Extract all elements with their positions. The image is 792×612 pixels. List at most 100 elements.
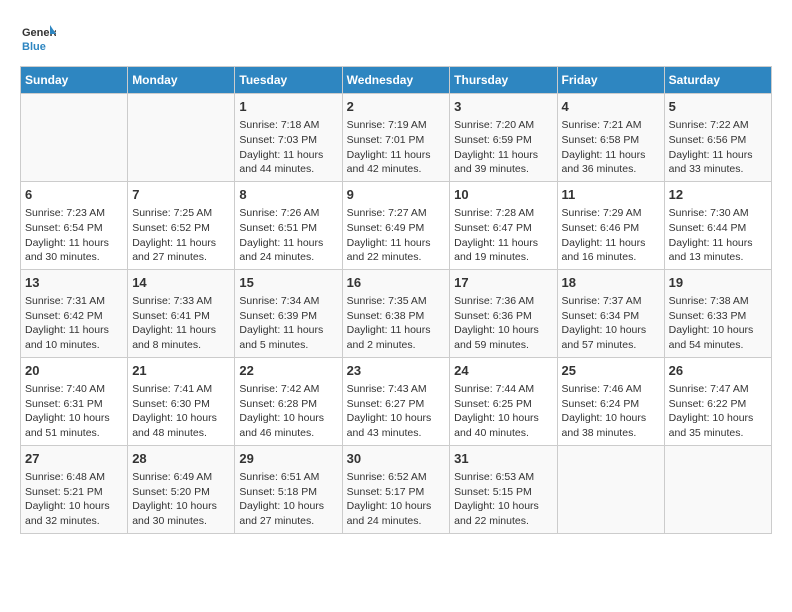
calendar-week-5: 27 Sunrise: 6:48 AM Sunset: 5:21 PM Dayli…: [21, 445, 772, 533]
day-info: Sunrise: 6:51 AM Sunset: 5:18 PM Dayligh…: [239, 470, 337, 529]
day-info: Sunrise: 7:31 AM Sunset: 6:42 PM Dayligh…: [25, 294, 123, 353]
day-info: Sunrise: 7:28 AM Sunset: 6:47 PM Dayligh…: [454, 206, 552, 265]
calendar-cell: 3 Sunrise: 7:20 AM Sunset: 6:59 PM Daylig…: [450, 94, 557, 182]
day-info: Sunrise: 7:38 AM Sunset: 6:33 PM Dayligh…: [669, 294, 767, 353]
logo: General Blue: [20, 20, 56, 56]
day-number: 2: [347, 98, 446, 116]
calendar-cell: 10 Sunrise: 7:28 AM Sunset: 6:47 PM Dayli…: [450, 181, 557, 269]
day-info: Sunrise: 7:22 AM Sunset: 6:56 PM Dayligh…: [669, 118, 767, 177]
day-number: 22: [239, 362, 337, 380]
day-info: Sunrise: 7:20 AM Sunset: 6:59 PM Dayligh…: [454, 118, 552, 177]
day-info: Sunrise: 7:34 AM Sunset: 6:39 PM Dayligh…: [239, 294, 337, 353]
day-number: 13: [25, 274, 123, 292]
calendar-cell: 25 Sunrise: 7:46 AM Sunset: 6:24 PM Dayli…: [557, 357, 664, 445]
day-info: Sunrise: 7:43 AM Sunset: 6:27 PM Dayligh…: [347, 382, 446, 441]
calendar-cell: 20Sunrise: 7:40 AM Sunset: 6:31 PM Dayli…: [21, 357, 128, 445]
calendar-cell: 22 Sunrise: 7:42 AM Sunset: 6:28 PM Dayli…: [235, 357, 342, 445]
header-cell-wednesday: Wednesday: [342, 67, 450, 94]
day-info: Sunrise: 7:21 AM Sunset: 6:58 PM Dayligh…: [562, 118, 660, 177]
day-number: 24: [454, 362, 552, 380]
day-number: 10: [454, 186, 552, 204]
calendar-week-1: 1Sunrise: 7:18 AM Sunset: 7:03 PM Daylig…: [21, 94, 772, 182]
day-info: Sunrise: 6:53 AM Sunset: 5:15 PM Dayligh…: [454, 470, 552, 529]
day-number: 27: [25, 450, 123, 468]
calendar-cell: 14 Sunrise: 7:33 AM Sunset: 6:41 PM Dayli…: [128, 269, 235, 357]
calendar-cell: [664, 445, 771, 533]
day-number: 23: [347, 362, 446, 380]
day-number: 1: [239, 98, 337, 116]
day-number: 14: [132, 274, 230, 292]
calendar-cell: 6 Sunrise: 7:23 AM Sunset: 6:54 PM Daylig…: [21, 181, 128, 269]
day-info: Sunrise: 7:23 AM Sunset: 6:54 PM Dayligh…: [25, 206, 123, 265]
day-number: 30: [347, 450, 446, 468]
calendar-cell: [557, 445, 664, 533]
day-info: Sunrise: 7:33 AM Sunset: 6:41 PM Dayligh…: [132, 294, 230, 353]
day-number: 3: [454, 98, 552, 116]
header-cell-friday: Friday: [557, 67, 664, 94]
calendar-cell: 2 Sunrise: 7:19 AM Sunset: 7:01 PM Daylig…: [342, 94, 450, 182]
calendar-cell: 27 Sunrise: 6:48 AM Sunset: 5:21 PM Dayli…: [21, 445, 128, 533]
calendar-cell: 26Sunrise: 7:47 AM Sunset: 6:22 PM Dayli…: [664, 357, 771, 445]
calendar-cell: 11Sunrise: 7:29 AM Sunset: 6:46 PM Dayli…: [557, 181, 664, 269]
day-number: 6: [25, 186, 123, 204]
svg-text:Blue: Blue: [22, 41, 46, 53]
calendar-cell: 9 Sunrise: 7:27 AM Sunset: 6:49 PM Daylig…: [342, 181, 450, 269]
calendar-cell: 21Sunrise: 7:41 AM Sunset: 6:30 PM Dayli…: [128, 357, 235, 445]
day-number: 26: [669, 362, 767, 380]
calendar-cell: 4Sunrise: 7:21 AM Sunset: 6:58 PM Daylig…: [557, 94, 664, 182]
day-number: 9: [347, 186, 446, 204]
page-header: General Blue: [20, 20, 772, 56]
calendar-cell: 1Sunrise: 7:18 AM Sunset: 7:03 PM Daylig…: [235, 94, 342, 182]
day-number: 19: [669, 274, 767, 292]
day-info: Sunrise: 7:25 AM Sunset: 6:52 PM Dayligh…: [132, 206, 230, 265]
header-row: SundayMondayTuesdayWednesdayThursdayFrid…: [21, 67, 772, 94]
calendar-week-4: 20Sunrise: 7:40 AM Sunset: 6:31 PM Dayli…: [21, 357, 772, 445]
header-cell-tuesday: Tuesday: [235, 67, 342, 94]
day-info: Sunrise: 7:36 AM Sunset: 6:36 PM Dayligh…: [454, 294, 552, 353]
day-info: Sunrise: 6:48 AM Sunset: 5:21 PM Dayligh…: [25, 470, 123, 529]
day-number: 17: [454, 274, 552, 292]
calendar-cell: [21, 94, 128, 182]
calendar-cell: 23 Sunrise: 7:43 AM Sunset: 6:27 PM Dayli…: [342, 357, 450, 445]
calendar-cell: 8Sunrise: 7:26 AM Sunset: 6:51 PM Daylig…: [235, 181, 342, 269]
day-info: Sunrise: 7:42 AM Sunset: 6:28 PM Dayligh…: [239, 382, 337, 441]
day-info: Sunrise: 7:19 AM Sunset: 7:01 PM Dayligh…: [347, 118, 446, 177]
day-info: Sunrise: 7:44 AM Sunset: 6:25 PM Dayligh…: [454, 382, 552, 441]
day-number: 16: [347, 274, 446, 292]
day-info: Sunrise: 7:30 AM Sunset: 6:44 PM Dayligh…: [669, 206, 767, 265]
day-number: 25: [562, 362, 660, 380]
calendar-cell: 12 Sunrise: 7:30 AM Sunset: 6:44 PM Dayli…: [664, 181, 771, 269]
day-info: Sunrise: 7:35 AM Sunset: 6:38 PM Dayligh…: [347, 294, 446, 353]
day-number: 20: [25, 362, 123, 380]
calendar-week-2: 6 Sunrise: 7:23 AM Sunset: 6:54 PM Daylig…: [21, 181, 772, 269]
calendar-cell: 30 Sunrise: 6:52 AM Sunset: 5:17 PM Dayli…: [342, 445, 450, 533]
calendar-cell: 13 Sunrise: 7:31 AM Sunset: 6:42 PM Dayli…: [21, 269, 128, 357]
day-info: Sunrise: 7:29 AM Sunset: 6:46 PM Dayligh…: [562, 206, 660, 265]
calendar-body: 1Sunrise: 7:18 AM Sunset: 7:03 PM Daylig…: [21, 94, 772, 534]
header-cell-sunday: Sunday: [21, 67, 128, 94]
calendar-cell: 29 Sunrise: 6:51 AM Sunset: 5:18 PM Dayli…: [235, 445, 342, 533]
day-info: Sunrise: 7:46 AM Sunset: 6:24 PM Dayligh…: [562, 382, 660, 441]
header-cell-thursday: Thursday: [450, 67, 557, 94]
day-number: 29: [239, 450, 337, 468]
day-info: Sunrise: 7:41 AM Sunset: 6:30 PM Dayligh…: [132, 382, 230, 441]
day-info: Sunrise: 7:37 AM Sunset: 6:34 PM Dayligh…: [562, 294, 660, 353]
day-number: 12: [669, 186, 767, 204]
calendar-cell: 5 Sunrise: 7:22 AM Sunset: 6:56 PM Daylig…: [664, 94, 771, 182]
day-info: Sunrise: 7:27 AM Sunset: 6:49 PM Dayligh…: [347, 206, 446, 265]
day-info: Sunrise: 6:49 AM Sunset: 5:20 PM Dayligh…: [132, 470, 230, 529]
day-number: 28: [132, 450, 230, 468]
calendar-cell: 24 Sunrise: 7:44 AM Sunset: 6:25 PM Dayli…: [450, 357, 557, 445]
day-number: 18: [562, 274, 660, 292]
calendar-cell: 7 Sunrise: 7:25 AM Sunset: 6:52 PM Daylig…: [128, 181, 235, 269]
day-number: 5: [669, 98, 767, 116]
calendar-week-3: 13 Sunrise: 7:31 AM Sunset: 6:42 PM Dayli…: [21, 269, 772, 357]
calendar-cell: 19 Sunrise: 7:38 AM Sunset: 6:33 PM Dayli…: [664, 269, 771, 357]
calendar-cell: 15Sunrise: 7:34 AM Sunset: 6:39 PM Dayli…: [235, 269, 342, 357]
day-number: 8: [239, 186, 337, 204]
calendar-table: SundayMondayTuesdayWednesdayThursdayFrid…: [20, 66, 772, 534]
calendar-cell: [128, 94, 235, 182]
day-number: 7: [132, 186, 230, 204]
logo-icon: General Blue: [20, 20, 56, 56]
day-info: Sunrise: 6:52 AM Sunset: 5:17 PM Dayligh…: [347, 470, 446, 529]
